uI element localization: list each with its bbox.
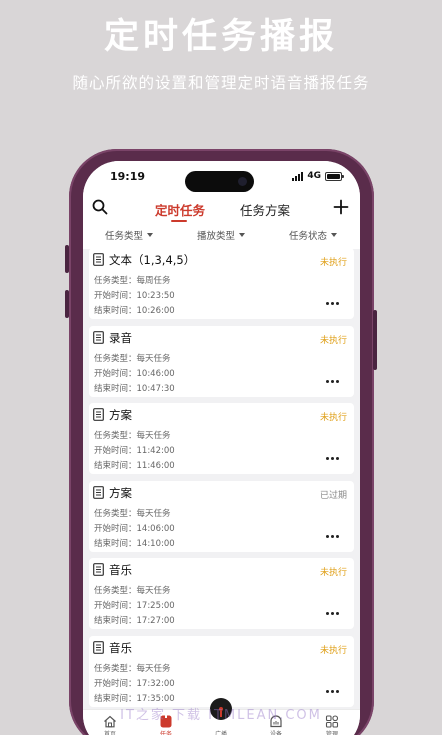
top-bar: 19:19 4G 定时任务 任务方案 任务类型 播放类型 任务状态 xyxy=(83,161,360,249)
battery-icon xyxy=(325,171,344,181)
task-status: 未执行 xyxy=(319,568,347,578)
document-icon xyxy=(93,331,104,344)
dynamic-island xyxy=(185,171,254,192)
document-icon xyxy=(93,641,104,654)
task-end-time: 结束时间：17:35:00 xyxy=(94,694,175,704)
task-card[interactable]: 音乐 未执行 任务类型：每天任务 开始时间：17:25:00 结束时间：17:2… xyxy=(89,558,354,629)
task-end-time: 结束时间：11:46:00 xyxy=(94,461,175,471)
phone-screen: 19:19 4G 定时任务 任务方案 任务类型 播放类型 任务状态 文本（1,3… xyxy=(83,161,360,735)
phone-side-button xyxy=(65,245,69,273)
tab-task-plans[interactable]: 任务方案 xyxy=(240,200,290,219)
more-options-icon[interactable] xyxy=(326,690,339,693)
more-options-icon[interactable] xyxy=(326,302,339,305)
task-start-time: 开始时间：10:23:50 xyxy=(94,291,175,301)
network-type: 4G xyxy=(307,171,321,181)
document-icon xyxy=(93,253,104,266)
task-end-time: 结束时间：17:27:00 xyxy=(94,616,175,626)
filter-label: 播放类型 xyxy=(197,231,236,242)
task-title: 录音 xyxy=(109,331,132,345)
task-card[interactable]: 文本（1,3,4,5） 未执行 任务类型：每周任务 开始时间：10:23:50 … xyxy=(89,248,354,319)
task-type: 任务类型：每天任务 xyxy=(94,586,171,596)
nav-label: 设备 xyxy=(269,731,282,735)
task-title: 文本（1,3,4,5） xyxy=(109,253,196,267)
task-type: 任务类型：每周任务 xyxy=(94,276,171,286)
signal-icon xyxy=(292,171,304,181)
phone-side-button xyxy=(373,310,377,370)
caret-down-icon xyxy=(147,233,154,237)
status-time: 19:19 xyxy=(110,170,146,183)
task-status: 已过期 xyxy=(319,491,347,501)
task-card[interactable]: 录音 未执行 任务类型：每天任务 开始时间：10:46:00 结束时间：10:4… xyxy=(89,326,354,397)
active-tab-indicator xyxy=(171,220,187,222)
document-icon xyxy=(93,408,104,421)
task-card[interactable]: 方案 未执行 任务类型：每天任务 开始时间：11:42:00 结束时间：11:4… xyxy=(89,403,354,474)
watermark: IT之家 下载 ITMLEAN.COM xyxy=(120,708,322,723)
filter-task-type[interactable]: 任务类型 xyxy=(105,228,154,242)
filter-label: 任务类型 xyxy=(105,231,144,242)
more-options-icon[interactable] xyxy=(326,457,339,460)
task-status: 未执行 xyxy=(319,413,347,423)
search-icon[interactable] xyxy=(92,199,108,215)
task-start-time: 开始时间：17:25:00 xyxy=(94,601,175,611)
nav-label: 首页 xyxy=(103,731,116,735)
task-card[interactable]: 方案 已过期 任务类型：每天任务 开始时间：14:06:00 结束时间：14:1… xyxy=(89,481,354,552)
tab-scheduled-tasks[interactable]: 定时任务 xyxy=(155,200,205,219)
promo-title: 定时任务播报 xyxy=(103,17,338,57)
caret-down-icon xyxy=(239,233,246,237)
task-end-time: 结束时间：10:26:00 xyxy=(94,306,175,316)
task-status: 未执行 xyxy=(319,646,347,656)
nav-label: 管理 xyxy=(325,731,338,735)
plus-icon[interactable] xyxy=(333,199,349,215)
filter-play-type[interactable]: 播放类型 xyxy=(197,228,246,242)
task-start-time: 开始时间：17:32:00 xyxy=(94,679,175,689)
task-type: 任务类型：每天任务 xyxy=(94,354,171,364)
task-end-time: 结束时间：10:47:30 xyxy=(94,384,175,394)
task-start-time: 开始时间：14:06:00 xyxy=(94,524,175,534)
more-options-icon[interactable] xyxy=(326,380,339,383)
task-type: 任务类型：每天任务 xyxy=(94,509,171,519)
document-icon xyxy=(93,563,104,576)
task-title: 方案 xyxy=(109,486,132,500)
phone-side-button xyxy=(65,290,69,318)
task-type: 任务类型：每天任务 xyxy=(94,431,171,441)
nav-label: 任务 xyxy=(159,731,172,735)
task-type: 任务类型：每天任务 xyxy=(94,664,171,674)
document-icon xyxy=(93,486,104,499)
filter-label: 任务状态 xyxy=(289,231,328,242)
task-title: 音乐 xyxy=(109,641,132,655)
caret-down-icon xyxy=(331,233,338,237)
nav-label: 广播 xyxy=(214,731,227,735)
task-start-time: 开始时间：11:42:00 xyxy=(94,446,175,456)
task-status: 未执行 xyxy=(319,258,347,268)
task-start-time: 开始时间：10:46:00 xyxy=(94,369,175,379)
promo-subtitle: 随心所欲的设置和管理定时语音播报任务 xyxy=(72,74,370,92)
more-options-icon[interactable] xyxy=(326,612,339,615)
task-end-time: 结束时间：14:10:00 xyxy=(94,539,175,549)
camera-icon xyxy=(238,177,247,186)
more-options-icon[interactable] xyxy=(326,535,339,538)
filter-task-status[interactable]: 任务状态 xyxy=(289,228,338,242)
task-status: 未执行 xyxy=(319,336,347,346)
task-title: 方案 xyxy=(109,408,132,422)
status-indicators: 4G xyxy=(292,171,344,181)
task-card[interactable]: 音乐 未执行 任务类型：每天任务 开始时间：17:32:00 结束时间：17:3… xyxy=(89,636,354,707)
task-title: 音乐 xyxy=(109,563,132,577)
